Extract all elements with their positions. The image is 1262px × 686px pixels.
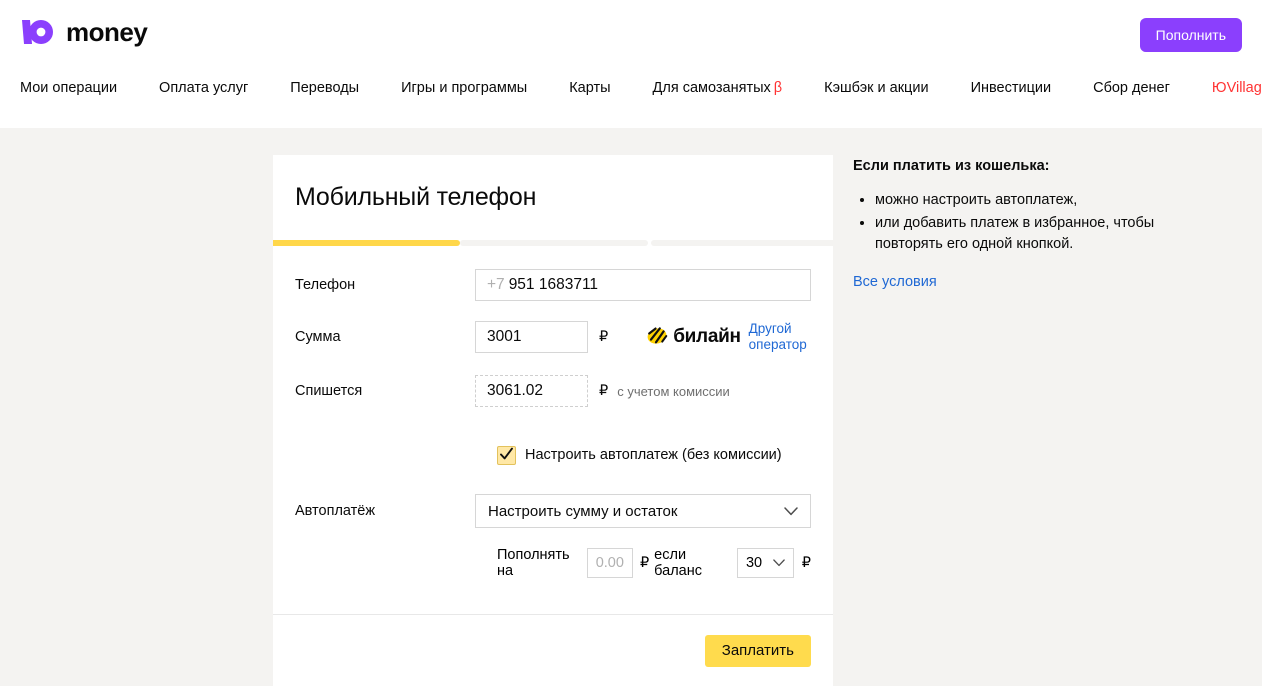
- info-sidebar: Если платить из кошелька: можно настроит…: [853, 158, 1183, 291]
- nav-item-my-operations[interactable]: Мои операции: [20, 80, 117, 96]
- phone-input[interactable]: +7 951 1683711: [475, 269, 811, 301]
- beta-badge: β: [774, 80, 782, 96]
- topup-threshold-value: 30: [746, 555, 762, 571]
- topup-amount-input[interactable]: 0.00: [587, 548, 633, 578]
- form-row-phone: Телефон +7 951 1683711: [295, 268, 811, 302]
- nav-item-games-programs[interactable]: Игры и программы: [401, 80, 527, 96]
- card-footer: Заплатить: [273, 615, 833, 686]
- nav-label: Игры и программы: [401, 80, 527, 96]
- info-list: можно настроить автоплатеж, или добавить…: [853, 190, 1183, 255]
- operator-block: билайн Другой оператор: [646, 321, 810, 353]
- topup-amount-currency: ₽: [640, 555, 649, 571]
- topup-rule-control: Пополнять на 0.00 ₽ если баланс 30 ₽: [497, 547, 811, 579]
- nav-label: Для самозанятых: [653, 80, 771, 96]
- autopay-select[interactable]: Настроить сумму и остаток: [475, 494, 811, 528]
- page-title: Мобильный телефон: [273, 155, 833, 212]
- charge-label: Спишется: [295, 383, 475, 399]
- checkbox-checked-icon[interactable]: [497, 446, 516, 465]
- charge-hint: с учетом комиссии: [617, 384, 730, 399]
- nav-label: Инвестиции: [971, 80, 1052, 96]
- logo[interactable]: money: [20, 14, 147, 50]
- progress-step-1-filled: [273, 240, 460, 246]
- payment-card: Мобильный телефон Телефон +7 951 1683711…: [273, 155, 833, 686]
- phone-prefix: +7: [487, 270, 505, 300]
- topup-threshold-select[interactable]: 30: [737, 548, 794, 578]
- main-navigation: Мои операции Оплата услуг Переводы Игры …: [20, 80, 1262, 96]
- form-row-autopay-checkbox: Настроить автоплатеж (без комиссии): [295, 438, 811, 472]
- nav-item-transfers[interactable]: Переводы: [290, 80, 359, 96]
- topup-threshold-currency: ₽: [802, 555, 811, 571]
- list-item: можно настроить автоплатеж,: [875, 190, 1183, 211]
- nav-item-services-payment[interactable]: Оплата услуг: [159, 80, 248, 96]
- nav-item-self-employed[interactable]: Для самозанятыхβ: [653, 80, 783, 96]
- form-row-amount: Сумма 3001 ₽: [295, 320, 811, 354]
- all-conditions-link[interactable]: Все условия: [853, 274, 937, 290]
- operator-name: билайн: [673, 326, 740, 348]
- progress-bar: [273, 240, 833, 246]
- change-operator-link[interactable]: Другой оператор: [749, 321, 811, 353]
- amount-label: Сумма: [295, 329, 475, 345]
- list-item: или добавить платеж в избранное, чтобы п…: [875, 213, 1183, 255]
- nav-label: Сбор денег: [1093, 80, 1170, 96]
- autopay-label: Автоплатёж: [295, 503, 475, 519]
- nav-item-fundraising[interactable]: Сбор денег: [1093, 80, 1170, 96]
- charge-currency: ₽: [599, 383, 608, 399]
- nav-item-cards[interactable]: Карты: [569, 80, 610, 96]
- chevron-down-icon: [773, 555, 785, 571]
- form-row-autopay-select: Автоплатёж Настроить сумму и остаток: [295, 494, 811, 528]
- nav-item-cashback[interactable]: Кэшбэк и акции: [824, 80, 928, 96]
- topup-middle-text: если баланс: [654, 547, 728, 579]
- form-row-topup-rule: Пополнять на 0.00 ₽ если баланс 30 ₽: [295, 546, 811, 580]
- nav-label: Переводы: [290, 80, 359, 96]
- site-header: money Пополнить Мои операции Оплата услу…: [0, 0, 1262, 128]
- charge-input[interactable]: 3061.02: [475, 375, 588, 407]
- progress-step-3: [651, 240, 833, 246]
- beeline-bee-icon: [646, 325, 668, 350]
- pay-button[interactable]: Заплатить: [705, 635, 811, 667]
- info-title: Если платить из кошелька:: [853, 158, 1183, 174]
- amount-currency: ₽: [599, 329, 608, 345]
- nav-label: Оплата услуг: [159, 80, 248, 96]
- nav-label: ЮVillage: [1212, 80, 1262, 96]
- phone-value: 951 1683711: [509, 270, 598, 300]
- autopay-selected-value: Настроить сумму и остаток: [488, 503, 677, 520]
- progress-step-2: [460, 240, 648, 246]
- nav-label: Кэшбэк и акции: [824, 80, 928, 96]
- nav-item-investments[interactable]: Инвестиции: [971, 80, 1052, 96]
- page-body: Мобильный телефон Телефон +7 951 1683711…: [0, 128, 1262, 677]
- phone-label: Телефон: [295, 277, 475, 293]
- autopay-checkbox-control[interactable]: Настроить автоплатеж (без комиссии): [497, 446, 782, 465]
- beeline-logo: билайн: [646, 325, 740, 350]
- nav-label: Мои операции: [20, 80, 117, 96]
- chevron-down-icon: [784, 503, 798, 520]
- logo-text: money: [66, 17, 147, 48]
- form-row-charge: Спишется 3061.02 ₽ с учетом комиссии: [295, 374, 811, 408]
- topup-prefix-text: Пополнять на: [497, 547, 579, 579]
- payment-form: Телефон +7 951 1683711 Сумма 3001 ₽: [273, 268, 833, 580]
- amount-input[interactable]: 3001: [475, 321, 588, 353]
- nav-item-yuvillage[interactable]: ЮVillage: [1212, 80, 1262, 96]
- topup-button[interactable]: Пополнить: [1140, 18, 1242, 52]
- autopay-checkbox-label: Настроить автоплатеж (без комиссии): [525, 447, 782, 463]
- nav-label: Карты: [569, 80, 610, 96]
- yoomoney-logo-icon: [20, 14, 56, 50]
